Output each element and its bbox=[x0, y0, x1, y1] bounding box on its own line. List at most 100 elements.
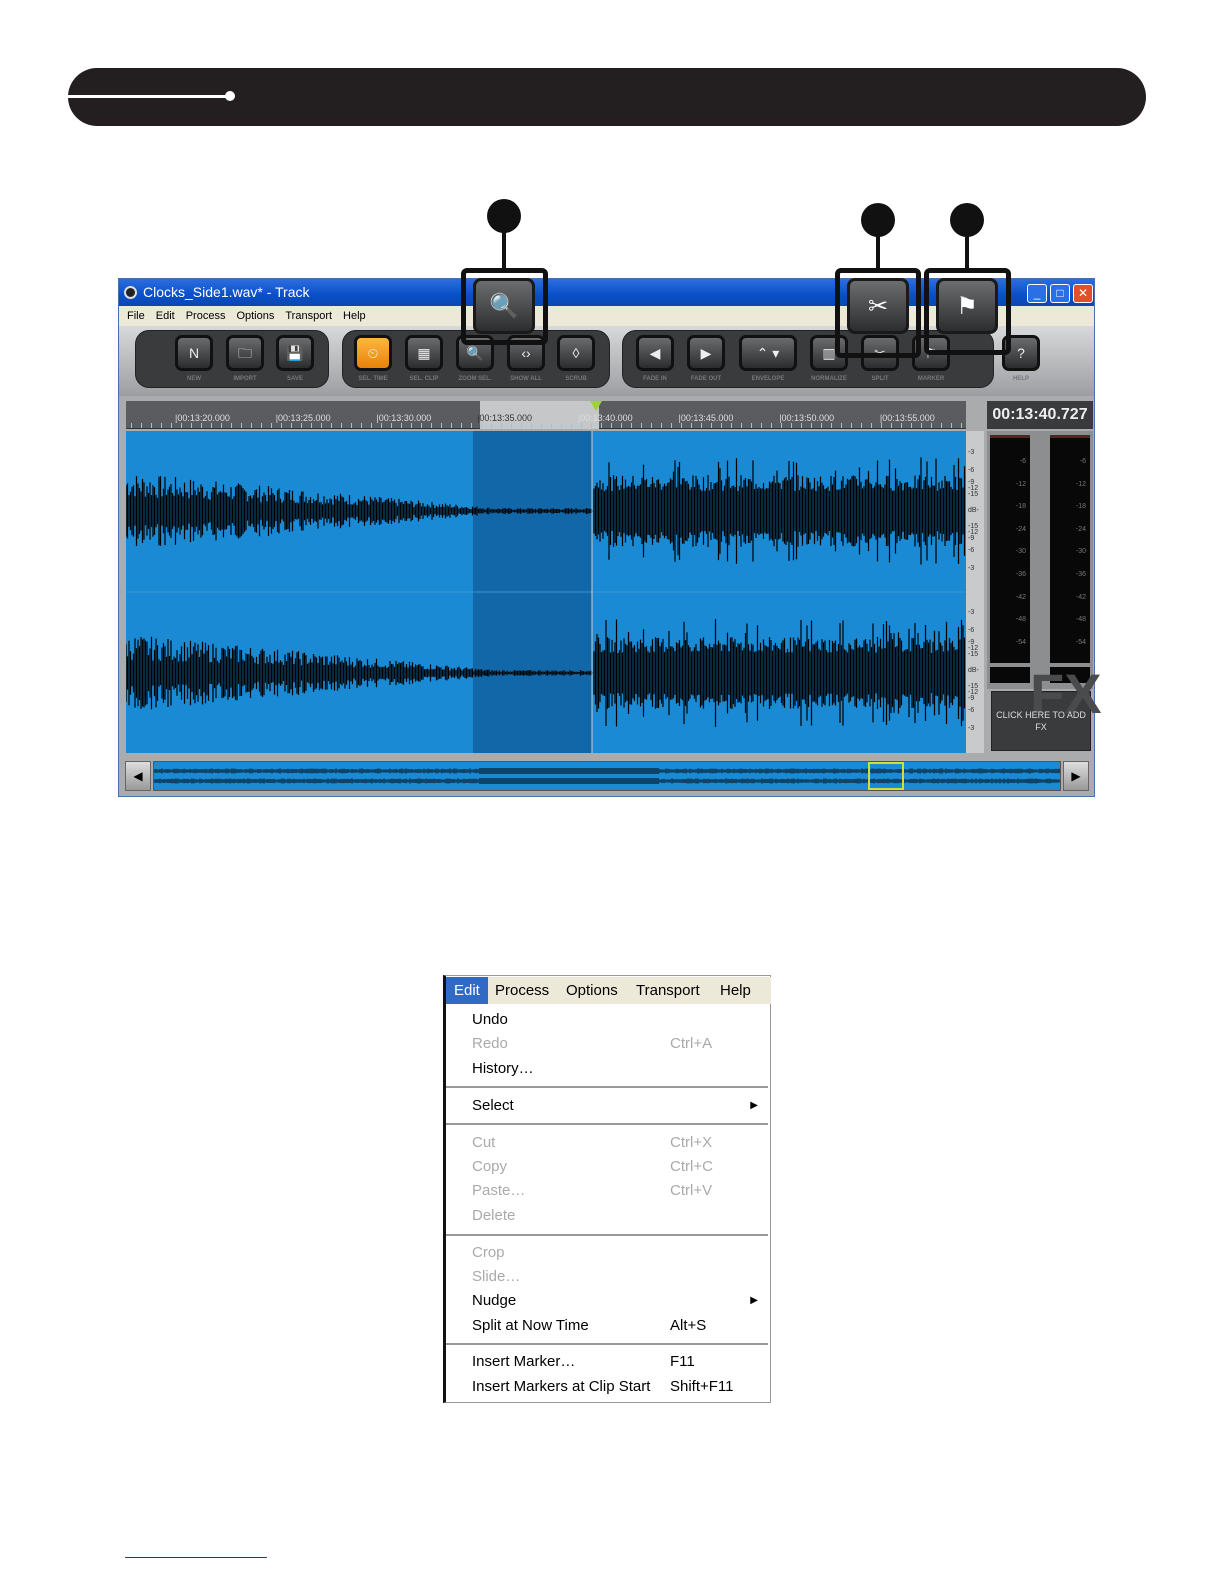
meter-tick: -36 bbox=[1075, 571, 1086, 578]
playhead-marker-icon[interactable] bbox=[590, 401, 602, 411]
edit-menu-screenshot: Edit Process Options Transport Help Undo… bbox=[443, 975, 771, 1403]
ruler-tick bbox=[441, 423, 442, 428]
menu-item-insert-marker[interactable]: Insert Marker… F11 bbox=[472, 1350, 762, 1374]
ruler-tick bbox=[311, 423, 312, 428]
split-enlarged-button: ✂ bbox=[847, 278, 909, 334]
menu-help[interactable]: Help bbox=[720, 977, 751, 1004]
new-file-icon: N bbox=[188, 345, 200, 361]
ruler-tick bbox=[671, 423, 672, 428]
menu-item-shortcut: F11 bbox=[670, 1353, 695, 1370]
menu-bar: Edit Process Options Transport Help bbox=[446, 977, 771, 1004]
ruler-tick bbox=[341, 423, 342, 428]
menu-item-label: Paste… bbox=[472, 1182, 526, 1199]
menu-item-crop[interactable]: Crop bbox=[472, 1241, 762, 1265]
clock-select-button[interactable]: ⏲ bbox=[354, 335, 392, 371]
ruler-tick bbox=[411, 423, 412, 428]
ruler-tick bbox=[621, 423, 622, 428]
ruler-label: |00:13:55.000 bbox=[879, 413, 935, 423]
ruler-tick bbox=[911, 423, 912, 428]
menu-item-label: Select bbox=[472, 1097, 514, 1114]
menu-item-split-at-now-time[interactable]: Split at Now Time Alt+S bbox=[472, 1314, 762, 1338]
toolbar-label: HELP bbox=[1012, 376, 1029, 382]
menu-item-delete[interactable]: Delete bbox=[472, 1204, 762, 1228]
menu-help[interactable]: Help bbox=[343, 310, 366, 322]
add-fx-button[interactable]: FX CLICK HERE TO ADD FX bbox=[991, 666, 1102, 751]
scroll-right-arrow-icon[interactable]: ▶ bbox=[1063, 761, 1089, 791]
waveform-view[interactable] bbox=[126, 431, 966, 753]
zoom-selection-icon: 🔍 bbox=[489, 293, 519, 320]
fade-out-button[interactable]: ▶ bbox=[687, 335, 725, 371]
ruler-tick bbox=[421, 423, 422, 428]
meter-tick: -54 bbox=[1075, 638, 1086, 646]
menu-item-shortcut: Alt+S bbox=[670, 1317, 707, 1334]
ruler-tick bbox=[351, 423, 352, 428]
menu-item-slide[interactable]: Slide… bbox=[472, 1265, 762, 1289]
overview-view-window[interactable] bbox=[868, 762, 904, 790]
ruler-tick bbox=[931, 423, 932, 428]
menu-process[interactable]: Process bbox=[186, 310, 226, 322]
menu-process[interactable]: Process bbox=[495, 977, 549, 1004]
left-meter: -6 -12 -18 -24 -30 -36 -42 -48 -54 bbox=[990, 435, 1030, 663]
meter-tick: -24 bbox=[1075, 525, 1086, 533]
meter-tick: -48 bbox=[1015, 616, 1026, 624]
header-accent-dot bbox=[225, 91, 235, 101]
maximize-button[interactable]: □ bbox=[1050, 284, 1070, 303]
menu-item-insert-markers-at-clip-start[interactable]: Insert Markers at Clip Start Shift+F11 bbox=[472, 1375, 762, 1399]
minimize-button[interactable]: _ bbox=[1027, 284, 1047, 303]
overview-scrollbar[interactable]: ◀ ▶ bbox=[123, 759, 1091, 793]
db-label: -9 bbox=[968, 535, 975, 542]
ruler-tick bbox=[941, 423, 942, 428]
menu-item-cut[interactable]: Cut Ctrl+X bbox=[472, 1131, 762, 1155]
menu-separator bbox=[446, 1234, 768, 1236]
menu-item-nudge[interactable]: Nudge ▶ bbox=[472, 1289, 762, 1313]
close-button[interactable]: ✕ bbox=[1073, 284, 1093, 303]
menu-item-select[interactable]: Select ▶ bbox=[472, 1094, 762, 1118]
meter-tick: -42 bbox=[1015, 593, 1026, 601]
ruler-tick bbox=[841, 423, 842, 428]
clip-select-button[interactable]: ▦ bbox=[405, 335, 443, 371]
menu-separator bbox=[446, 1343, 768, 1345]
floppy-button[interactable]: 💾 bbox=[276, 335, 314, 371]
ruler-tick bbox=[951, 423, 952, 428]
toolbar-label: ENVELOPE bbox=[751, 376, 785, 382]
menu-item-redo[interactable]: Redo Ctrl+A bbox=[472, 1032, 762, 1056]
ruler-tick bbox=[181, 423, 182, 428]
menu-transport[interactable]: Transport bbox=[636, 977, 700, 1004]
envelope-icon: ⌃ ▾ bbox=[756, 345, 780, 361]
overview-track[interactable] bbox=[153, 761, 1061, 791]
scrub-button[interactable]: ◊ bbox=[557, 335, 595, 371]
menu-item-shortcut: Ctrl+C bbox=[670, 1158, 713, 1175]
menu-options[interactable]: Options bbox=[566, 977, 618, 1004]
menu-edit[interactable]: Edit bbox=[446, 977, 488, 1004]
menu-edit[interactable]: Edit bbox=[156, 310, 175, 322]
submenu-arrow-icon: ▶ bbox=[750, 1100, 758, 1111]
level-meters: -6 -12 -18 -24 -30 -36 -42 -48 -54 -6 -12 -18 -24 -3… bbox=[987, 431, 1093, 689]
folder-button[interactable]: 🗀 bbox=[226, 335, 264, 371]
ruler-tick bbox=[661, 423, 662, 428]
envelope-button[interactable]: ⌃ ▾ bbox=[739, 335, 797, 371]
menu-item-paste[interactable]: Paste… Ctrl+V bbox=[472, 1179, 762, 1203]
ruler-tick bbox=[611, 423, 612, 428]
fade-in-button[interactable]: ◀ bbox=[636, 335, 674, 371]
menu-item-label: Nudge bbox=[472, 1292, 517, 1309]
toolbar-label: SAVE bbox=[287, 376, 303, 382]
menu-item-undo[interactable]: Undo bbox=[472, 1008, 762, 1032]
time-ruler[interactable]: |00:13:20.000 |00:13:25.000 |00:13:30.000 |… bbox=[126, 401, 966, 429]
clip-select-icon: ▦ bbox=[417, 345, 431, 361]
menu-item-label: Crop bbox=[472, 1244, 505, 1261]
folder-icon: 🗀 bbox=[238, 345, 252, 361]
ruler-tick bbox=[291, 423, 292, 428]
menu-options[interactable]: Options bbox=[236, 310, 274, 322]
marker-flag-icon: ⚑ bbox=[956, 293, 978, 320]
app-logo-icon bbox=[124, 286, 137, 299]
menu-item-history[interactable]: History… bbox=[472, 1057, 762, 1081]
ruler-tick bbox=[731, 423, 732, 428]
db-label: -9 bbox=[968, 695, 975, 702]
menu-file[interactable]: File bbox=[127, 310, 145, 322]
scroll-left-arrow-icon[interactable]: ◀ bbox=[125, 761, 151, 791]
ruler-tick bbox=[851, 423, 852, 428]
ruler-tick bbox=[301, 423, 302, 428]
menu-item-copy[interactable]: Copy Ctrl+C bbox=[472, 1155, 762, 1179]
menu-transport[interactable]: Transport bbox=[285, 310, 332, 322]
new-file-button[interactable]: N bbox=[175, 335, 213, 371]
